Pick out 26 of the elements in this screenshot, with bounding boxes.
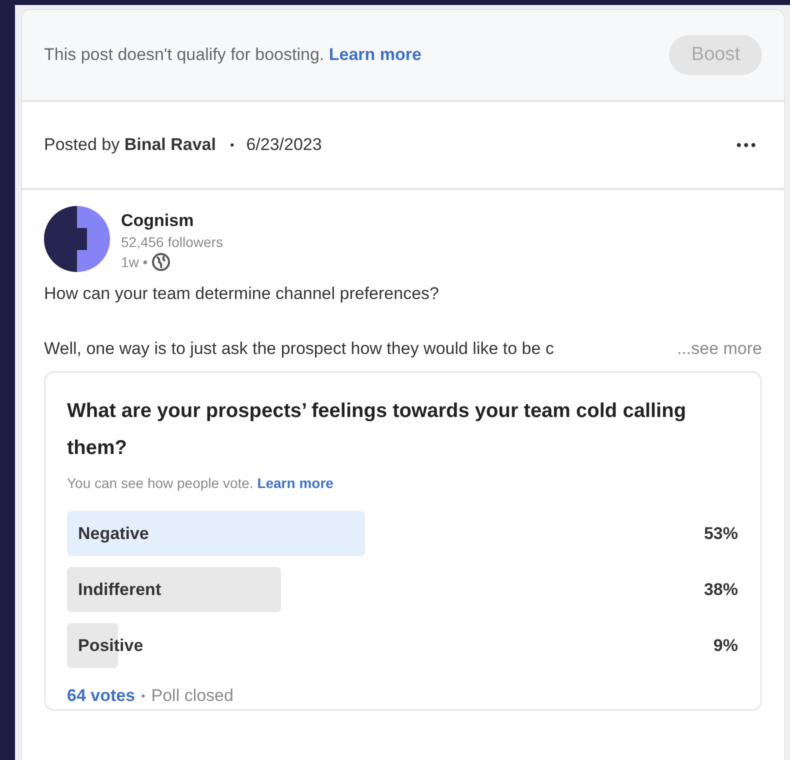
company-logo-icon [44, 206, 110, 272]
learn-more-link[interactable]: Learn more [328, 45, 422, 64]
poll-question: What are your prospects’ feelings towards your team cold calling them? [67, 399, 688, 461]
see-more-link[interactable]: ...see more [676, 339, 762, 359]
post-text: How can your team determine channel preferences? [44, 284, 440, 304]
option-percent: 38% [704, 580, 738, 600]
learn-more-link[interactable]: Learn more [257, 475, 334, 491]
more-options-button[interactable]: ••• [736, 136, 758, 154]
option-label: Positive [78, 636, 144, 656]
option-percent: 9% [713, 636, 738, 656]
vote-visibility-note: You can see how people vote. Learn more [67, 475, 334, 491]
posted-by-label: Posted by Binal Raval [44, 135, 216, 155]
option-percent: 53% [704, 524, 738, 544]
separator-dot: • [230, 138, 234, 152]
poll-status: Poll closed [151, 686, 234, 706]
separator-dot: • [141, 689, 146, 703]
ineligible-message: This post doesn't qualify for boosting. Learn more [44, 45, 422, 65]
vote-count-link[interactable]: 64 votes [67, 686, 136, 706]
post-date: 6/23/2023 [246, 135, 323, 155]
option-label: Negative [78, 524, 149, 544]
globe-icon [152, 253, 170, 271]
post-text: Well, one way is to just ask the prospect how they would like to be c [44, 339, 554, 359]
follower-count: 52,456 followers [121, 233, 223, 252]
option-label: Indifferent [78, 580, 162, 600]
company-name[interactable]: Cognism [121, 210, 223, 232]
post-age: 1w • [121, 253, 148, 272]
